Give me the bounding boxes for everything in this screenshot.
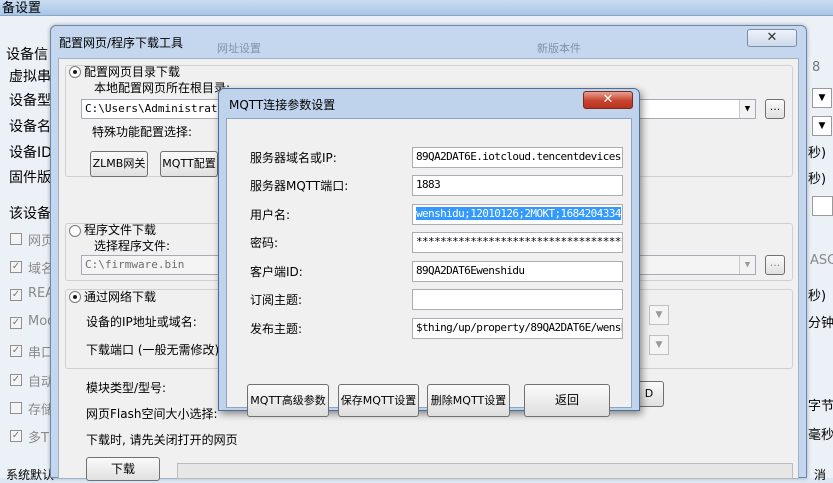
main-label-device-name: 设备名 — [9, 119, 51, 135]
checkbox-domain[interactable]: ✓ — [10, 261, 22, 273]
download-button[interactable]: 下载 — [86, 457, 160, 481]
ip-combo-arrow[interactable]: ▼ — [649, 305, 669, 325]
username-label: 用户名: — [250, 208, 291, 222]
flash-size-label: 网页Flash空间大小选择: — [86, 407, 218, 421]
main-window-title: 备设置 — [2, 1, 42, 16]
main-label-device-id: 设备ID — [9, 145, 52, 161]
radio-program-file[interactable] — [69, 225, 81, 237]
program-file-label: 选择程序文件: — [94, 239, 171, 253]
close-icon: ✕ — [766, 30, 778, 45]
checkbox-storage[interactable] — [10, 402, 22, 414]
module-type-label: 模块类型/型号: — [86, 381, 167, 395]
main-right-text: 秒) — [808, 146, 827, 161]
password-label: 密码: — [250, 236, 279, 250]
main-right-text: 毫秒 — [808, 428, 833, 443]
download-progress-bar — [177, 463, 793, 479]
checkbox-webpage[interactable] — [10, 233, 22, 245]
ghost-tab: 网址设置 — [217, 42, 261, 55]
download-tool-title: 配置网页/程序下载工具 — [59, 36, 184, 50]
radio-web-dir[interactable] — [69, 66, 81, 78]
main-right-value: 8 — [812, 60, 821, 75]
mqtt-dialog-close-button[interactable]: ✕ — [583, 91, 633, 109]
username-selected-text: wenshidu;12010126;2MOKT;1684204334 — [416, 207, 621, 220]
mqtt-dialog-title: MQTT连接参数设置 — [229, 98, 336, 112]
main-label-this-device: 该设备 — [9, 206, 51, 222]
main-right-combo-arrow[interactable]: ▼ — [812, 116, 832, 136]
subscribe-topic-label: 订阅主题: — [250, 293, 303, 307]
main-right-text: 分钟 — [808, 316, 833, 331]
root-dir-value: C:\Users\Administrator\ — [85, 102, 238, 115]
checkbox-auto[interactable]: ✓ — [10, 374, 22, 386]
subscribe-topic-input[interactable] — [412, 289, 623, 310]
server-port-label: 服务器MQTT端口: — [250, 179, 349, 193]
main-right-text: 字节 — [808, 399, 833, 414]
username-input[interactable]: wenshidu;12010126;2MOKT;1684204334 — [412, 204, 623, 225]
client-id-input[interactable]: 89QA2DAT6Ewenshidu — [412, 261, 623, 282]
mqtt-settings-dialog: MQTT连接参数设置 ✕ 服务器域名或IP: 89QA2DAT6E.iotclo… — [218, 88, 640, 417]
checkbox-real[interactable]: ✓ — [10, 289, 22, 301]
zlmb-gateway-button[interactable]: ZLMB网关 — [90, 151, 148, 177]
main-bottom-left-text: 系统默认 — [6, 468, 55, 482]
main-right-text: 秒) — [808, 172, 827, 187]
radio-program-file-label: 程序文件下载 — [84, 223, 157, 237]
checkbox-label: 多T — [28, 431, 49, 446]
radio-network[interactable] — [69, 291, 81, 303]
radio-web-dir-label: 配置网页目录下载 — [84, 65, 181, 79]
publish-topic-label: 发布主题: — [250, 322, 303, 336]
radio-network-label: 通过网络下载 — [84, 290, 157, 304]
mqtt-config-button[interactable]: MQTT配置 — [160, 151, 218, 177]
publish-topic-input[interactable]: $thing/up/property/89QA2DAT6E/wensh — [412, 318, 623, 339]
download-tool-close-button[interactable]: ✕ — [747, 29, 797, 47]
main-label-device-info: 设备信 — [6, 47, 48, 63]
mqtt-dialog-client: 服务器域名或IP: 89QA2DAT6E.iotcloud.tencentdev… — [226, 118, 632, 417]
port-label: 下载端口 (一般无需修改) — [86, 343, 220, 357]
chevron-down-icon[interactable]: ▼ — [739, 100, 755, 118]
ip-label: 设备的IP地址或域名: — [86, 315, 197, 329]
checkbox-serial[interactable]: ✓ — [10, 345, 22, 357]
save-mqtt-button[interactable]: 保存MQTT设置 — [338, 384, 419, 417]
server-host-input[interactable]: 89QA2DAT6E.iotcloud.tencentdevices. — [412, 147, 623, 168]
main-right-text: 秒) — [808, 289, 827, 304]
main-bottom-right-text: 消 — [814, 468, 827, 482]
special-function-label: 特殊功能配置选择: — [92, 125, 193, 139]
main-right-text: ASC — [810, 253, 833, 268]
main-label-virtual-serial: 虚拟串 — [9, 69, 51, 85]
password-input[interactable]: **************************************** — [412, 232, 623, 253]
download-notice: 下载时, 请先关闭打开的网页 — [86, 433, 238, 447]
server-host-label: 服务器域名或IP: — [250, 151, 337, 165]
back-button[interactable]: 返回 — [524, 384, 610, 417]
close-icon: ✕ — [602, 92, 614, 107]
main-label-device-model: 设备型 — [9, 93, 51, 109]
main-titlebar: 备设置 — [0, 0, 833, 16]
delete-mqtt-button[interactable]: 删除MQTT设置 — [427, 384, 510, 417]
checkbox-multi[interactable]: ✓ — [10, 430, 22, 442]
chevron-down-icon[interactable]: ▼ — [739, 256, 755, 274]
main-right-field[interactable] — [812, 196, 833, 216]
browse-root-button[interactable]: ... — [765, 99, 785, 119]
program-file-value: C:\firmware.bin — [85, 258, 185, 271]
server-port-input[interactable]: 1883 — [412, 175, 623, 196]
mqtt-advanced-button[interactable]: MQTT高级参数 — [247, 384, 329, 417]
client-id-label: 客户端ID: — [250, 265, 303, 279]
ghost-tab: 新版本件 — [537, 42, 581, 55]
browse-program-button[interactable]: ... — [765, 255, 785, 275]
main-label-firmware: 固件版 — [9, 170, 51, 186]
main-right-combo-arrow[interactable]: ▼ — [812, 88, 832, 108]
port-combo-arrow[interactable]: ▼ — [649, 335, 669, 355]
root-dir-label: 本地配置网页所在根目录: — [94, 81, 231, 95]
checkbox-modbus[interactable]: ✓ — [10, 317, 22, 329]
